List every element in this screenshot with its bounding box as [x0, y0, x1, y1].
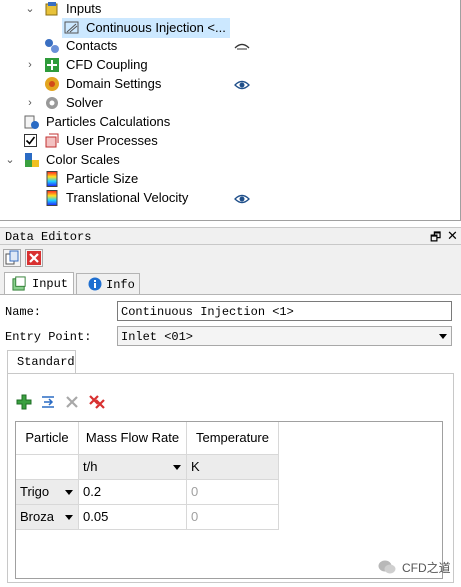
mass-flow-unit-select[interactable]: t/h [79, 455, 187, 480]
eye-open-icon[interactable] [234, 193, 250, 205]
tree-item-label: Contacts [66, 38, 118, 53]
scene-tree-panel: ⌄ Inputs Continuous Injection <... Conta… [0, 0, 461, 221]
wechat-icon [378, 560, 396, 574]
add-row-icon[interactable] [16, 394, 32, 410]
tab-input[interactable]: Input [4, 272, 74, 295]
tree-item-label: Color Scales [46, 152, 120, 167]
tree-item-translational-velocity[interactable]: Translational Velocity [0, 189, 460, 208]
contacts-icon [45, 39, 59, 53]
checkbox-checked-icon[interactable] [24, 134, 37, 147]
dropdown-arrow-icon [439, 334, 447, 339]
tab-label: Standard [17, 355, 75, 369]
remove-row-icon[interactable] [64, 394, 80, 410]
unit-value: K [191, 459, 200, 474]
entry-point-select[interactable]: Inlet <01> [117, 326, 452, 346]
entry-point-label: Entry Point: [5, 330, 92, 344]
tree-item-label: Continuous Injection <... [86, 20, 226, 35]
tab-label: Input [32, 277, 69, 291]
gradient-icon [46, 171, 58, 187]
expand-chevron-icon[interactable]: ⌄ [5, 153, 15, 167]
inputs-icon [45, 2, 58, 16]
particle-select[interactable]: Broza [16, 505, 79, 530]
red-x-icon [27, 251, 41, 265]
tree-item-label: User Processes [66, 133, 158, 148]
tab-label: Info [106, 278, 135, 292]
remove-all-icon[interactable] [88, 394, 106, 410]
temperature-unit: K [187, 455, 279, 480]
eye-closed-icon[interactable] [234, 41, 250, 53]
input-tab-icon [12, 276, 26, 291]
entry-point-value: Inlet <01> [121, 330, 194, 344]
particle-value: Trigo [20, 484, 50, 499]
tree-item-label: Domain Settings [66, 76, 162, 91]
column-header-mass-flow-rate[interactable]: Mass Flow Rate [79, 422, 187, 455]
tree-item-cfd-coupling[interactable]: › CFD Coupling [0, 56, 460, 75]
unit-value: t/h [83, 459, 98, 474]
tree-item-contacts[interactable]: Contacts [0, 37, 460, 56]
particle-value: Broza [20, 509, 54, 524]
tree-item-solver[interactable]: › Solver [0, 94, 460, 113]
expand-chevron-icon[interactable]: › [25, 96, 35, 110]
temperature-cell: 0 [187, 480, 279, 505]
tree-item-particle-size[interactable]: Particle Size [0, 170, 460, 189]
domain-settings-icon [45, 77, 59, 91]
name-label: Name: [5, 305, 42, 319]
tree-item-color-scales[interactable]: ⌄ Color Scales [0, 151, 460, 170]
particles-calc-icon [24, 115, 39, 129]
info-icon [88, 277, 102, 291]
name-value: Continuous Injection <1> [121, 305, 294, 319]
tree-item-particles-calculations[interactable]: Particles Calculations [0, 113, 460, 132]
watermark-text: CFD之道 [402, 561, 451, 575]
dropdown-arrow-icon [173, 465, 181, 470]
temperature-cell: 0 [187, 505, 279, 530]
tree-item-continuous-injection[interactable]: Continuous Injection <... [0, 18, 460, 38]
tree-item-label: Particle Size [66, 171, 139, 186]
mass-flow-cell[interactable]: 0.2 [79, 480, 187, 505]
tab-standard[interactable]: Standard [7, 350, 76, 374]
cfd-coupling-icon [45, 58, 59, 72]
expand-chevron-icon[interactable]: › [25, 58, 35, 72]
tree-item-domain-settings[interactable]: Domain Settings [0, 75, 460, 94]
tree-item-label: Solver [66, 95, 103, 110]
name-field[interactable]: Continuous Injection <1> [117, 301, 452, 321]
dropdown-arrow-icon [65, 515, 73, 520]
user-processes-icon [45, 133, 59, 148]
expand-chevron-icon[interactable]: ⌄ [25, 2, 35, 16]
color-scales-icon [25, 153, 39, 167]
tree-item-label: Particles Calculations [46, 114, 171, 129]
panel-title: Data Editors [5, 230, 92, 244]
copy-button[interactable] [3, 249, 21, 267]
solver-icon [46, 97, 58, 109]
dropdown-arrow-icon [65, 490, 73, 495]
close-panel-icon[interactable]: ✕ [447, 228, 458, 244]
injection-icon [64, 21, 79, 34]
tree-item-inputs[interactable]: ⌄ Inputs [0, 0, 460, 19]
tree-item-user-processes[interactable]: User Processes [0, 132, 460, 151]
tree-item-label: Inputs [66, 1, 102, 16]
mass-flow-cell[interactable]: 0.05 [79, 505, 187, 530]
gradient-icon [46, 190, 58, 206]
delete-button[interactable] [25, 249, 43, 267]
data-editors-titlebar: Data Editors 🗗 ✕ [0, 227, 461, 245]
units-row-blank [16, 455, 79, 480]
eye-open-icon[interactable] [234, 79, 250, 91]
tree-item-label: Translational Velocity [66, 190, 189, 205]
column-header-temperature[interactable]: Temperature [187, 422, 279, 455]
particle-select[interactable]: Trigo [16, 480, 79, 505]
tab-info[interactable]: Info [76, 273, 140, 295]
tree-item-label: CFD Coupling [66, 57, 148, 72]
copy-icon [5, 250, 19, 265]
column-header-particle[interactable]: Particle [16, 422, 79, 455]
insert-row-icon[interactable] [40, 394, 56, 410]
particles-grid: Particle Mass Flow Rate Temperature t/h … [15, 421, 443, 579]
